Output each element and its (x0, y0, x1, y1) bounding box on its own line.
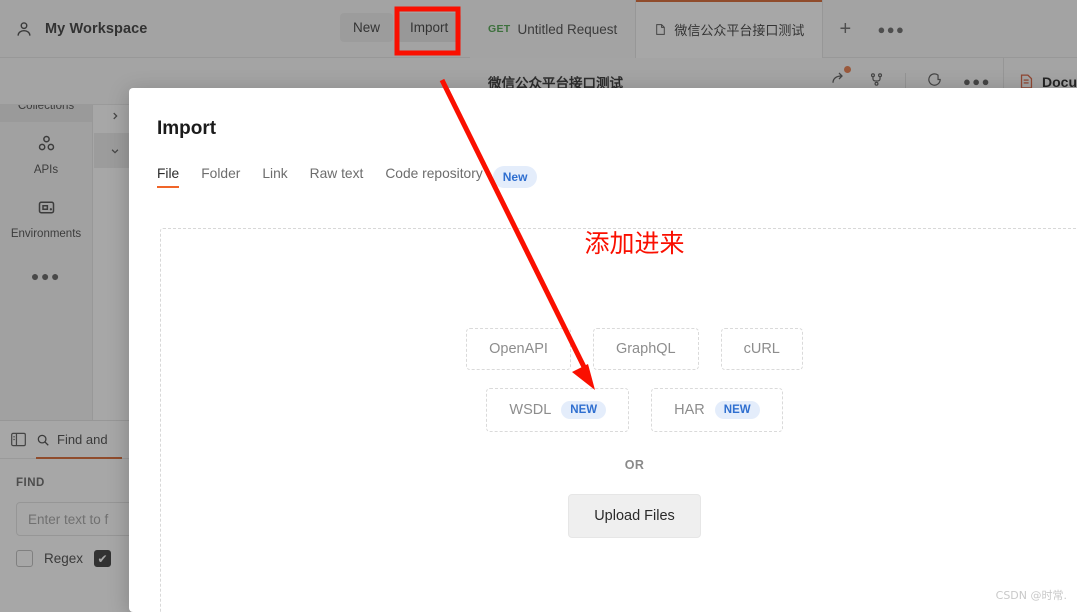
format-chip-curl[interactable]: cURL (720, 328, 803, 370)
tab-link[interactable]: Link (262, 166, 287, 188)
or-separator-label: OR (624, 458, 645, 472)
tab-raw-text[interactable]: Raw text (310, 166, 364, 188)
tab-file[interactable]: File (157, 166, 180, 188)
upload-files-button[interactable]: Upload Files (568, 494, 701, 538)
annotation-text-cn: 添加进来 (584, 229, 685, 258)
screenshot-root: Collections APIs Environments ●●● 微信公众平台… (0, 0, 1077, 612)
dialog-title: Import (157, 118, 217, 139)
new-badge: New (492, 166, 538, 188)
chip-label: HAR (674, 402, 705, 418)
watermark: CSDN @时常. (995, 589, 1067, 602)
format-chip-openapi[interactable]: OpenAPI (466, 328, 571, 370)
chip-label: GraphQL (615, 341, 676, 357)
chip-label: OpenAPI (489, 341, 548, 357)
chip-new-badge: NEW (714, 401, 760, 419)
format-chips-row-2: WSDL NEW HAR NEW (486, 388, 783, 432)
format-chip-har[interactable]: HAR NEW (651, 388, 783, 432)
chip-label: WSDL (509, 402, 552, 418)
tab-folder[interactable]: Folder (201, 166, 240, 188)
import-dialog: Import File Folder Link Raw text Code re… (129, 88, 1077, 612)
format-chip-graphql[interactable]: GraphQL (592, 328, 699, 370)
import-tab-strip: File Folder Link Raw text Code repositor… (129, 140, 1077, 188)
tab-code-repository[interactable]: Code repository (385, 166, 482, 188)
chip-label: cURL (743, 341, 780, 357)
format-chips-row-1: OpenAPI GraphQL cURL (466, 328, 803, 370)
format-chip-wsdl[interactable]: WSDL NEW (486, 388, 630, 432)
file-dropzone[interactable]: 添加进来 OpenAPI GraphQL cURL WSDL NEW HAR N… (160, 228, 1077, 612)
chip-new-badge: NEW (561, 401, 607, 419)
